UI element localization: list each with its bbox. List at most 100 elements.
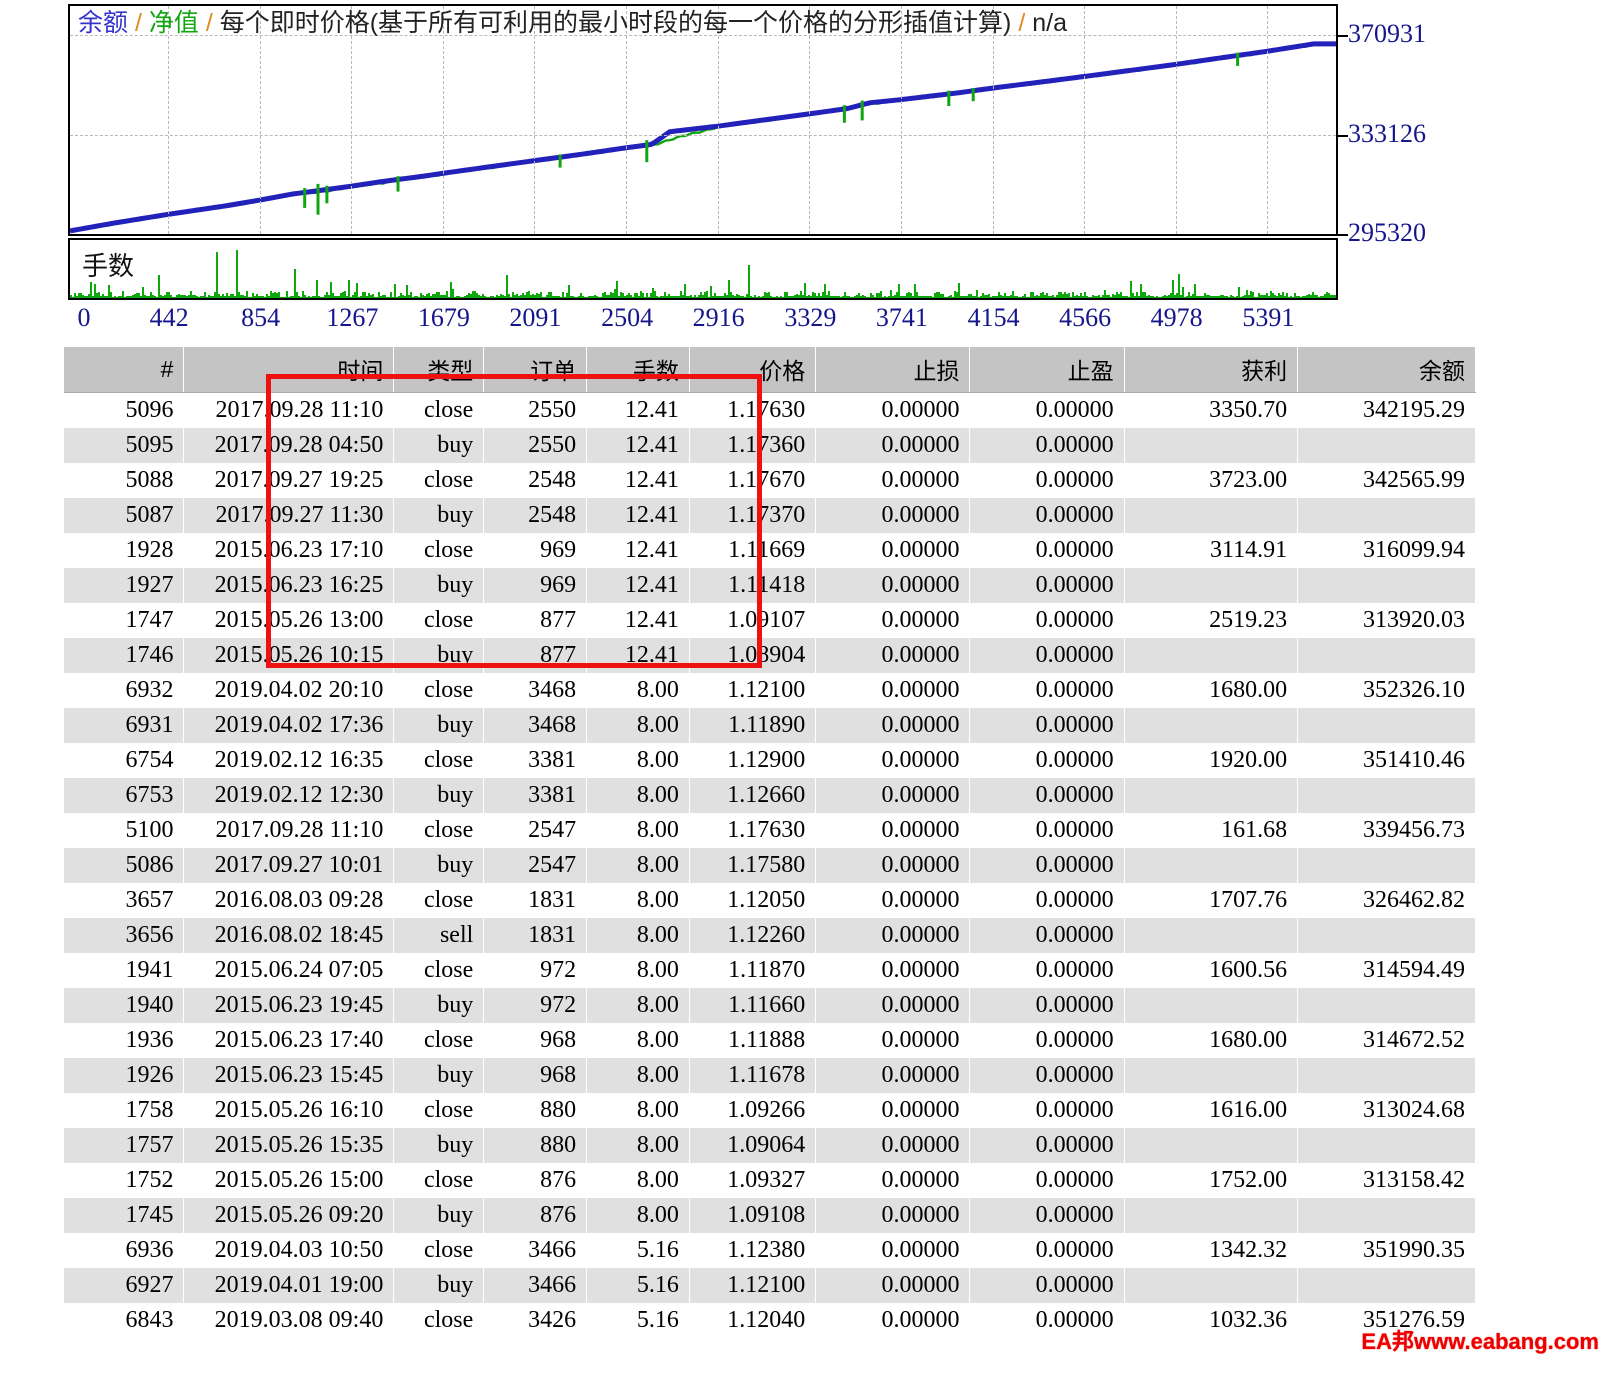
table-row[interactable]: 1927 2015.06.23 16:25 buy 969 12.41 1.11418 0.… <box>64 568 1476 603</box>
col-header-price[interactable]: 价格 <box>689 347 817 393</box>
table-row[interactable]: 1940 2015.06.23 19:45 buy 972 8.00 1.11660 0.0… <box>64 988 1476 1023</box>
cell-num: 1757 <box>64 1128 185 1163</box>
col-header-tp[interactable]: 止盈 <box>969 347 1125 393</box>
cell-order: 3466 <box>483 1233 588 1268</box>
cell-tp: 0.00000 <box>969 603 1125 638</box>
cell-price: 1.12660 <box>689 778 817 813</box>
cell-num: 6936 <box>64 1233 185 1268</box>
table-row[interactable]: 5086 2017.09.27 10:01 buy 2547 8.00 1.17580 0.… <box>64 848 1476 883</box>
cell-time: 2019.02.12 12:30 <box>183 778 395 813</box>
cell-profit <box>1124 778 1299 813</box>
table-row[interactable]: 1752 2015.05.26 15:00 close 876 8.00 1.09327 0… <box>64 1163 1476 1198</box>
cell-order: 876 <box>483 1198 588 1233</box>
cell-lots: 8.00 <box>586 1058 690 1093</box>
x-axis-tick-label: 3329 <box>784 303 837 332</box>
table-row[interactable]: 5088 2017.09.27 19:25 close 2548 12.41 1.1767… <box>64 463 1476 498</box>
cell-time: 2015.05.26 10:15 <box>183 638 395 673</box>
cell-price: 1.12380 <box>689 1233 817 1268</box>
cell-type: close <box>393 1303 485 1338</box>
table-row[interactable]: 1746 2015.05.26 10:15 buy 877 12.41 1.08904 0.… <box>64 638 1476 673</box>
cell-balance <box>1297 918 1476 953</box>
table-row[interactable]: 6927 2019.04.01 19:00 buy 3466 5.16 1.12100 0.… <box>64 1268 1476 1303</box>
cell-lots: 8.00 <box>586 673 690 708</box>
chart-plot-area <box>70 6 1336 234</box>
col-header-balance[interactable]: 余额 <box>1297 347 1476 393</box>
cell-price: 1.17670 <box>689 463 817 498</box>
equity-spike <box>558 154 562 168</box>
col-header-num[interactable]: # <box>64 347 185 393</box>
col-header-time[interactable]: 时间 <box>183 347 395 393</box>
table-row[interactable]: 5100 2017.09.28 11:10 close 2547 8.00 1.17630… <box>64 813 1476 848</box>
cell-tp: 0.00000 <box>969 673 1125 708</box>
chart-title-equity: 净值 <box>148 9 199 37</box>
cell-order: 1831 <box>483 883 588 918</box>
cell-sl: 0.00000 <box>815 428 971 463</box>
cell-price: 1.09327 <box>689 1163 817 1198</box>
cell-lots: 12.41 <box>586 428 690 463</box>
cell-sl: 0.00000 <box>815 1093 971 1128</box>
cell-order: 877 <box>483 603 588 638</box>
cell-time: 2016.08.03 09:28 <box>183 883 395 918</box>
table-row[interactable]: 6932 2019.04.02 20:10 close 3468 8.00 1.12100… <box>64 673 1476 708</box>
table-row[interactable]: 6753 2019.02.12 12:30 buy 3381 8.00 1.12660 0.… <box>64 778 1476 813</box>
col-header-profit[interactable]: 获利 <box>1124 347 1299 393</box>
table-row[interactable]: 1936 2015.06.23 17:40 close 968 8.00 1.11888 0… <box>64 1023 1476 1058</box>
table-row[interactable]: 3656 2016.08.02 18:45 sell 1831 8.00 1.12260 0… <box>64 918 1476 953</box>
cell-time: 2017.09.27 19:25 <box>183 463 395 498</box>
cell-balance: 326462.82 <box>1297 883 1476 918</box>
cell-type: close <box>393 673 485 708</box>
table-row[interactable]: 6931 2019.04.02 17:36 buy 3468 8.00 1.11890 0.… <box>64 708 1476 743</box>
cell-order: 2547 <box>483 813 588 848</box>
col-header-order[interactable]: 订单 <box>483 347 588 393</box>
volume-panel: 手数 <box>68 238 1338 300</box>
cell-tp: 0.00000 <box>969 428 1125 463</box>
table-header-row: # 时间 类型 订单 手数 价格 止损 止盈 获利 余额 <box>64 347 1476 393</box>
x-axis-tick-label: 2504 <box>601 303 654 332</box>
cell-type: close <box>393 392 485 428</box>
cell-sl: 0.00000 <box>815 673 971 708</box>
cell-lots: 12.41 <box>586 533 690 568</box>
cell-profit: 2519.23 <box>1124 603 1299 638</box>
table-row[interactable]: 1941 2015.06.24 07:05 close 972 8.00 1.11870 0… <box>64 953 1476 988</box>
cell-order: 876 <box>483 1163 588 1198</box>
cell-num: 6927 <box>64 1268 185 1303</box>
cell-tp: 0.00000 <box>969 1163 1125 1198</box>
cell-profit <box>1124 498 1299 533</box>
cell-profit <box>1124 1268 1299 1303</box>
table-row[interactable]: 6936 2019.04.03 10:50 close 3466 5.16 1.12380… <box>64 1233 1476 1268</box>
equity-spike <box>1236 52 1240 66</box>
table-row[interactable]: 5087 2017.09.27 11:30 buy 2548 12.41 1.17370 0… <box>64 498 1476 533</box>
cell-tp: 0.00000 <box>969 1128 1125 1163</box>
cell-type: close <box>393 953 485 988</box>
table-row[interactable]: 5096 2017.09.28 11:10 close 2550 12.41 1.1763… <box>64 392 1476 428</box>
cell-sl: 0.00000 <box>815 918 971 953</box>
cell-num: 1928 <box>64 533 185 568</box>
table-row[interactable]: 6754 2019.02.12 16:35 close 3381 8.00 1.12900… <box>64 743 1476 778</box>
cell-order: 3468 <box>483 673 588 708</box>
col-header-sl[interactable]: 止损 <box>815 347 971 393</box>
table-row[interactable]: 5095 2017.09.28 04:50 buy 2550 12.41 1.17360 0… <box>64 428 1476 463</box>
table-row[interactable]: 1745 2015.05.26 09:20 buy 876 8.00 1.09108 0.0… <box>64 1198 1476 1233</box>
cell-lots: 8.00 <box>586 1093 690 1128</box>
grid-line-vertical <box>1084 6 1086 234</box>
col-header-lots[interactable]: 手数 <box>586 347 690 393</box>
table-row[interactable]: 1757 2015.05.26 15:35 buy 880 8.00 1.09064 0.0… <box>64 1128 1476 1163</box>
table-row[interactable]: 1758 2015.05.26 16:10 close 880 8.00 1.09266 0… <box>64 1093 1476 1128</box>
cell-time: 2015.06.24 07:05 <box>183 953 395 988</box>
table-row[interactable]: 1747 2015.05.26 13:00 close 877 12.41 1.09107… <box>64 603 1476 638</box>
col-header-type[interactable]: 类型 <box>393 347 485 393</box>
table-row[interactable]: 3657 2016.08.03 09:28 close 1831 8.00 1.12050… <box>64 883 1476 918</box>
volume-bar <box>316 279 318 298</box>
cell-profit: 1752.00 <box>1124 1163 1299 1198</box>
cell-lots: 5.16 <box>586 1233 690 1268</box>
cell-tp: 0.00000 <box>969 883 1125 918</box>
table-row[interactable]: 1926 2015.06.23 15:45 buy 968 8.00 1.11678 0.0… <box>64 1058 1476 1093</box>
report-page: 余额 / 净值 / 每个即时价格(基于所有可利用的最小时段的每一个价格的分形插值… <box>0 0 1605 1374</box>
cell-tp: 0.00000 <box>969 638 1125 673</box>
table-row[interactable]: 6843 2019.03.08 09:40 close 3426 5.16 1.12040… <box>64 1303 1476 1338</box>
cell-type: buy <box>393 498 485 533</box>
cell-tp: 0.00000 <box>969 1198 1125 1233</box>
volume-bar <box>216 251 218 298</box>
cell-lots: 12.41 <box>586 463 690 498</box>
table-row[interactable]: 1928 2015.06.23 17:10 close 969 12.41 1.11669… <box>64 533 1476 568</box>
